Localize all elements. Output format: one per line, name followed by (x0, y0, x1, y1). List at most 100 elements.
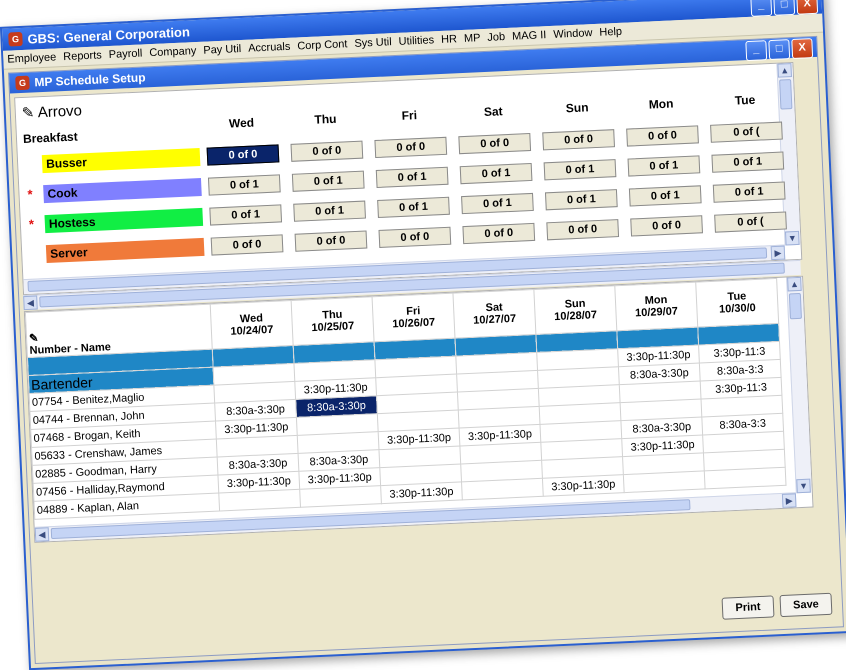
grid-scroll-up-icon[interactable]: ▲ (787, 276, 802, 292)
menu-window[interactable]: Window (553, 27, 593, 41)
count-button[interactable]: 0 of 1 (207, 174, 281, 196)
day-header-tue: Tue (734, 92, 756, 108)
schedule-grid-pane: ✎ Number - Name Wed 10/24/07 Thu 10/25/07 Fr… (23, 275, 814, 543)
day-header-thu: Thu (314, 111, 337, 127)
inner-maximize-button[interactable]: □ (768, 39, 791, 61)
role-label-busser: Busser (41, 147, 201, 174)
count-button[interactable]: 0 of 1 (459, 162, 533, 185)
grid-pin-icon[interactable]: ✎ (29, 324, 209, 345)
count-button[interactable]: 0 of 1 (543, 159, 617, 181)
location-title: ✎ Arrovo (21, 101, 82, 122)
menu-utilities[interactable]: Utilities (398, 34, 434, 48)
required-mark: * (28, 216, 35, 232)
count-button[interactable]: 0 of 0 (374, 136, 448, 159)
count-button[interactable]: 0 of 0 (458, 132, 532, 155)
date-column-header[interactable]: Sat 10/27/07 (452, 289, 536, 339)
count-button[interactable]: 0 of 0 (462, 222, 536, 245)
count-button[interactable]: 0 of 1 (377, 196, 450, 218)
screenshot-stage: G GBS: General Corporation _ □ X Employe… (0, 0, 846, 670)
menu-company[interactable]: Company (149, 45, 197, 59)
minimize-button[interactable]: _ (750, 0, 773, 17)
date-label: 10/26/07 (392, 316, 436, 331)
count-button[interactable]: 0 of 1 (209, 204, 283, 226)
role-label-cook: Cook (43, 177, 202, 204)
count-button[interactable]: 0 of 0 (542, 129, 615, 151)
count-button[interactable]: 0 of 0 (378, 226, 452, 248)
scroll-up-icon[interactable]: ▲ (777, 63, 792, 78)
shift-cell[interactable]: 3:30p-11:30p (380, 481, 463, 504)
count-button[interactable]: 0 of 1 (461, 192, 534, 215)
inner-minimize-button[interactable]: _ (745, 40, 768, 62)
menu-mp[interactable]: MP (464, 32, 481, 45)
scroll-down-icon[interactable]: ▼ (784, 230, 800, 246)
role-label-hostess: Hostess (44, 207, 204, 234)
date-column-header[interactable]: Wed 10/24/07 (210, 300, 294, 350)
date-column-header[interactable]: Tue 10/30/0 (695, 278, 779, 328)
menu-sys-util[interactable]: Sys Util (354, 36, 392, 50)
count-button[interactable]: 0 of 0 (206, 144, 280, 166)
day-header-wed: Wed (228, 115, 255, 131)
menu-accruals[interactable]: Accruals (248, 41, 291, 55)
inner-window-controls: _ □ X (745, 38, 814, 62)
count-button[interactable]: 0 of 1 (293, 200, 366, 222)
count-button[interactable]: 0 of 0 (290, 140, 364, 162)
save-button[interactable]: Save (779, 592, 833, 618)
shift-cell[interactable] (299, 485, 382, 508)
close-button[interactable]: X (796, 0, 819, 15)
menu-hr[interactable]: HR (441, 33, 457, 46)
count-button[interactable]: 0 of 0 (546, 219, 620, 241)
date-label: 10/28/07 (553, 309, 598, 324)
count-button[interactable]: 0 of 1 (375, 166, 449, 189)
print-button[interactable]: Print (721, 595, 775, 620)
menu-reports[interactable]: Reports (63, 49, 102, 63)
count-button[interactable]: 0 of 1 (628, 185, 702, 207)
maximize-button[interactable]: □ (773, 0, 796, 16)
shift-cell[interactable] (461, 478, 544, 500)
date-label: 10/27/07 (473, 312, 517, 327)
day-header-sun: Sun (565, 100, 589, 116)
count-button[interactable]: 0 of 1 (544, 189, 618, 211)
shift-cell[interactable]: 3:30p-11:30p (542, 474, 625, 497)
grid-vscroll[interactable]: ▲ ▼ (786, 276, 812, 494)
menu-employee[interactable]: Employee (7, 51, 56, 65)
menu-pay-util[interactable]: Pay Util (203, 43, 241, 57)
count-button[interactable]: 0 of 1 (711, 151, 785, 173)
role-label-server: Server (45, 237, 205, 264)
grid-scroll-down-icon[interactable]: ▼ (796, 478, 811, 494)
grid-scroll-right-icon[interactable]: ▶ (781, 493, 797, 508)
date-column-header[interactable]: Fri 10/26/07 (372, 293, 455, 342)
count-button[interactable]: 0 of ( (714, 211, 787, 233)
count-button[interactable]: 0 of ( (710, 121, 783, 143)
count-button[interactable]: 0 of 1 (712, 181, 786, 203)
count-button[interactable]: 0 of 0 (626, 125, 699, 147)
app-logo-icon: G (8, 31, 23, 47)
date-label: 10/29/07 (634, 305, 679, 320)
pin-icon[interactable]: ✎ (21, 104, 34, 122)
count-button[interactable]: 0 of 1 (291, 170, 365, 192)
menu-help[interactable]: Help (599, 26, 622, 39)
count-button[interactable]: 0 of 1 (627, 155, 701, 177)
grid-vscroll-thumb[interactable] (788, 292, 802, 320)
staffing-pane: ✎ Arrovo Breakfast ▲ ▼ ▶ Wed Thu Fri Sat Sun… (14, 61, 803, 296)
shift-cell[interactable] (623, 470, 706, 493)
day-header-mon: Mon (648, 96, 674, 112)
scroll-left-icon[interactable]: ◀ (23, 295, 38, 311)
shift-cell[interactable] (704, 467, 787, 489)
menu-corp-cont[interactable]: Corp Cont (297, 38, 348, 52)
date-column-header[interactable]: Thu 10/25/07 (291, 296, 375, 346)
count-button[interactable]: 0 of 0 (630, 215, 703, 237)
menu-mag-ii[interactable]: MAG II (512, 29, 547, 43)
grid-scroll-left-icon[interactable]: ◀ (34, 527, 50, 542)
menu-job[interactable]: Job (487, 31, 505, 44)
count-button[interactable]: 0 of 0 (210, 234, 284, 256)
schedule-setup-window: G MP Schedule Setup _ □ X ✎ Arrovo Break… (7, 35, 845, 664)
scroll-right-icon[interactable]: ▶ (770, 245, 786, 261)
inner-title: MP Schedule Setup (34, 70, 146, 90)
shift-cell[interactable] (218, 489, 301, 511)
date-column-header[interactable]: Sun 10/28/07 (533, 285, 617, 335)
inner-close-button[interactable]: X (791, 38, 814, 60)
date-column-header[interactable]: Mon 10/29/07 (614, 282, 698, 331)
location-name: Arrovo (37, 102, 83, 122)
count-button[interactable]: 0 of 0 (294, 230, 368, 252)
menu-payroll[interactable]: Payroll (108, 48, 142, 62)
